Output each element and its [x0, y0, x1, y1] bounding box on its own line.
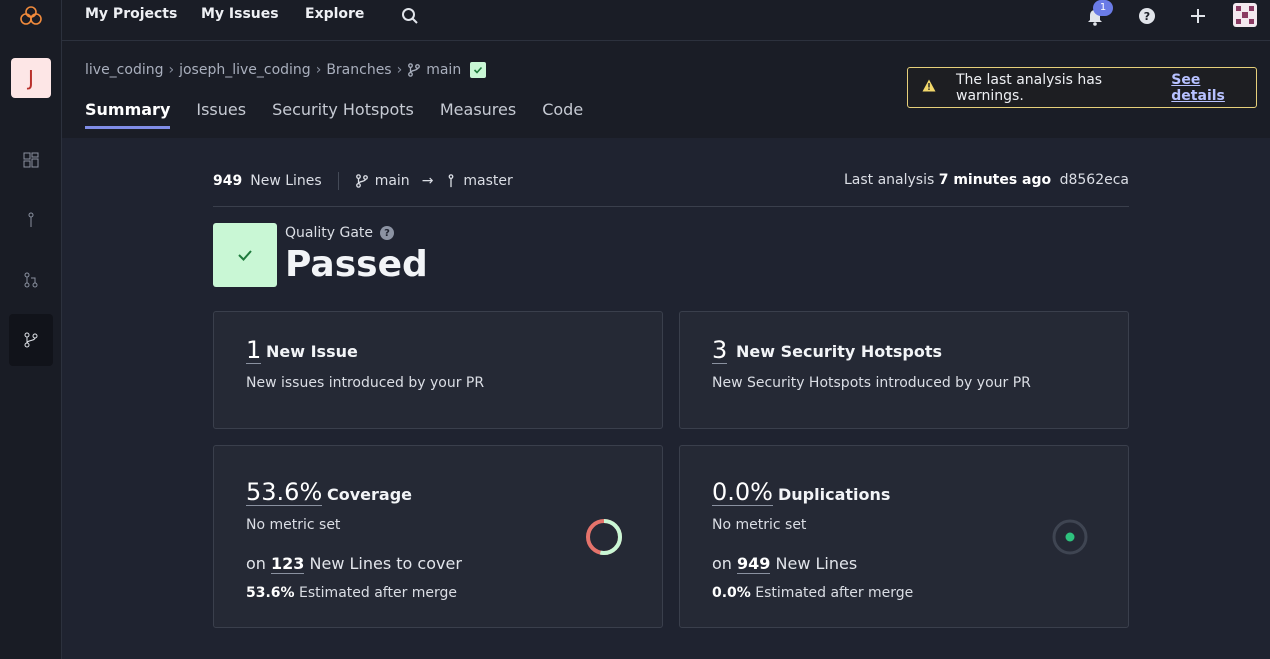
new-hotspots-title: New Security Hotspots [736, 342, 943, 361]
help-icon[interactable]: ? [1139, 8, 1155, 28]
branch-icon [24, 332, 38, 348]
duplications-estimated: 0.0% Estimated after merge [712, 585, 913, 601]
divider [337, 172, 339, 190]
coverage-subtitle: No metric set [246, 517, 341, 533]
nav-explore[interactable]: Explore [305, 6, 364, 22]
warning-text: The last analysis has warnings. [956, 71, 1103, 104]
quality-gate-passed-check-icon [470, 62, 487, 78]
new-lines-count: 949 [213, 173, 243, 189]
branch-icon [408, 63, 421, 77]
coverage-line-prefix: on [246, 554, 266, 573]
coverage-donut-chart [586, 519, 622, 555]
quality-gate-status-box [213, 223, 277, 287]
search-icon[interactable] [401, 7, 419, 29]
sidebar-item-overview[interactable] [11, 140, 51, 180]
arrow-right-icon: → [421, 173, 434, 189]
duplications-line-prefix: on [712, 554, 732, 573]
last-analysis-time: 7 minutes ago [938, 172, 1052, 188]
divider [213, 206, 1129, 207]
quality-gate-status: Passed [285, 244, 428, 285]
svg-text:?: ? [1144, 10, 1150, 23]
check-icon [238, 250, 252, 261]
new-issues-card[interactable]: 1 New Issue New issues introduced by you… [213, 311, 663, 429]
duplications-value[interactable]: 0.0% [712, 479, 773, 506]
coverage-est-value: 53.6% [246, 585, 295, 601]
help-icon[interactable]: ? [380, 226, 395, 240]
commit-icon [28, 212, 34, 227]
notification-count-badge: 1 [1093, 0, 1113, 16]
quality-gate-label: Quality Gate ? [285, 225, 395, 241]
tab-code[interactable]: Code [542, 100, 583, 129]
duplications-card[interactable]: 0.0% Duplications No metric set on 949 N… [679, 445, 1129, 628]
tab-security-hotspots[interactable]: Security Hotspots [272, 100, 414, 129]
new-issues-value[interactable]: 1 [246, 337, 262, 364]
chevron-right-icon: › [315, 62, 322, 78]
new-lines-label: New Lines [250, 173, 322, 189]
commit-icon [449, 174, 454, 188]
target-branch[interactable]: master [463, 173, 512, 189]
chevron-right-icon: › [168, 62, 175, 78]
last-analysis-label: Last analysis [843, 172, 935, 188]
duplications-line-value[interactable]: 949 [737, 554, 771, 574]
chevron-right-icon: › [396, 62, 403, 78]
new-security-hotspots-card[interactable]: 3 New Security Hotspots New Security Hot… [679, 311, 1129, 429]
coverage-lines-to-cover: on 123 New Lines to cover [246, 554, 462, 574]
coverage-title: Coverage [327, 485, 413, 504]
sidebar-item-branches[interactable] [9, 314, 53, 366]
new-issues-title: New Issue [266, 342, 358, 361]
new-hotspots-value[interactable]: 3 [712, 337, 728, 364]
coverage-value[interactable]: 53.6% [246, 479, 323, 506]
sonarcloud-logo-icon[interactable] [19, 5, 43, 27]
coverage-line-suffix: New Lines to cover [309, 554, 462, 573]
analysis-warning-banner: The last analysis has warnings. See deta… [907, 67, 1257, 108]
duplications-est-value: 0.0% [712, 585, 751, 601]
breadcrumb-branch[interactable]: main [426, 62, 461, 78]
project-tabs: Summary Issues Security Hotspots Measure… [85, 100, 609, 129]
coverage-estimated: 53.6% Estimated after merge [246, 585, 457, 601]
coverage-est-label: Estimated after merge [299, 585, 458, 601]
sidebar-item-commits[interactable] [11, 200, 51, 240]
duplications-new-lines: on 949 New Lines [712, 554, 858, 574]
organization-avatar[interactable]: J [11, 58, 51, 98]
sidebar-item-pull-requests[interactable] [11, 260, 51, 300]
tab-summary[interactable]: Summary [85, 100, 171, 129]
branch-icon [355, 174, 368, 188]
duplications-indicator-icon [1052, 519, 1088, 555]
avatar-letter: J [28, 66, 34, 90]
dashboard-icon [23, 152, 39, 168]
duplications-est-label: Estimated after merge [755, 585, 914, 601]
breadcrumb: live_coding › joseph_live_coding › Branc… [85, 62, 487, 78]
duplications-title: Duplications [778, 485, 891, 504]
nav-my-projects[interactable]: My Projects [85, 6, 177, 22]
duplications-line-suffix: New Lines [775, 554, 858, 573]
see-details-link[interactable]: See details [1171, 72, 1256, 104]
tab-measures[interactable]: Measures [440, 100, 516, 129]
user-avatar[interactable] [1233, 3, 1257, 31]
plus-icon[interactable] [1190, 8, 1206, 28]
left-sidebar: J [0, 0, 62, 659]
quality-gate-label-text: Quality Gate [285, 225, 374, 241]
source-branch[interactable]: main [375, 173, 410, 189]
coverage-card[interactable]: 53.6% Coverage No metric set on 123 New … [213, 445, 663, 628]
breadcrumb-organization[interactable]: live_coding [85, 62, 163, 78]
new-issues-subtitle: New issues introduced by your PR [246, 375, 485, 391]
breadcrumb-branches[interactable]: Branches [326, 62, 391, 78]
coverage-line-value[interactable]: 123 [271, 554, 305, 574]
nav-my-issues[interactable]: My Issues [201, 6, 279, 22]
warning-icon [922, 79, 936, 96]
pull-request-icon [24, 272, 38, 288]
project-header: live_coding › joseph_live_coding › Branc… [62, 41, 1270, 138]
new-hotspots-subtitle: New Security Hotspots introduced by your… [712, 375, 1031, 391]
commit-hash: d8562eca [1059, 172, 1129, 188]
top-navigation-bar: My Projects My Issues Explore ? [62, 0, 1270, 41]
breadcrumb-project[interactable]: joseph_live_coding [179, 62, 311, 78]
tab-issues[interactable]: Issues [196, 100, 246, 129]
duplications-subtitle: No metric set [712, 517, 807, 533]
